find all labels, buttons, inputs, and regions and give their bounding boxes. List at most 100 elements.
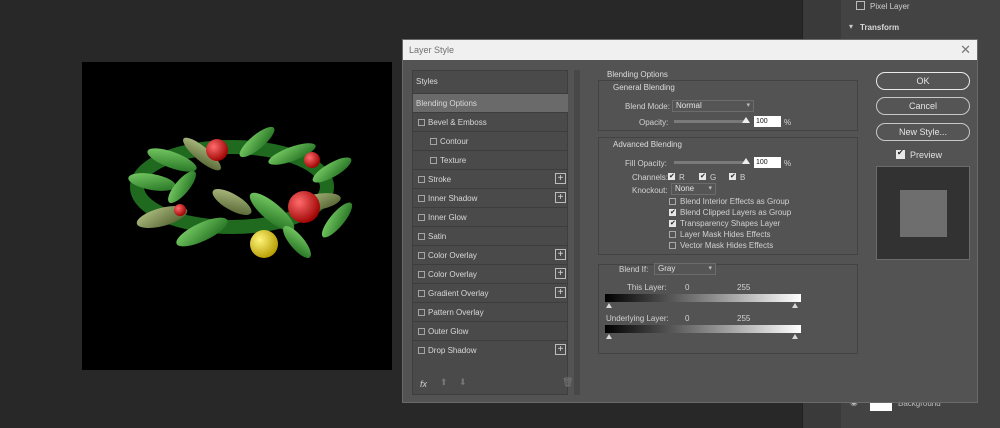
style-item-label: Texture [440,156,467,165]
close-icon[interactable]: ✕ [960,42,971,58]
style-checkbox[interactable] [418,271,425,278]
style-item-contour[interactable]: Contour [413,131,568,150]
opacity-input[interactable]: 100 [754,116,781,127]
advanced-option-checkbox[interactable] [669,198,676,205]
blend-mode-select[interactable]: Normal ▾ [672,100,754,112]
add-effect-icon[interactable]: + [555,287,566,298]
style-checkbox[interactable] [430,157,437,164]
this-layer-gradient[interactable] [605,294,801,302]
opacity-unit: % [784,118,792,127]
preview-label[interactable]: Preview [910,150,942,160]
style-item-blending-options[interactable]: Blending Options [413,93,568,112]
add-effect-icon[interactable]: + [555,192,566,203]
advanced-option-label: Blend Interior Effects as Group [680,197,790,206]
underlying-black-slider[interactable] [606,334,612,339]
style-item-label: Color Overlay [428,251,477,260]
style-item-bevel-emboss[interactable]: Bevel & Emboss [413,112,568,131]
style-item-label: Gradient Overlay [428,289,489,298]
style-item-label: Bevel & Emboss [428,118,487,127]
underlying-layer-gradient[interactable] [605,325,801,333]
style-item-satin[interactable]: Satin [413,226,568,245]
this-layer-low-value: 0 [685,283,690,292]
style-checkbox[interactable] [430,138,437,145]
this-layer-black-slider[interactable] [606,303,612,308]
fill-opacity-input[interactable]: 100 [754,157,781,168]
channel-r-checkbox[interactable] [668,172,675,180]
blend-if-group [598,264,858,354]
style-item-inner-glow[interactable]: Inner Glow [413,207,568,226]
style-checkbox[interactable] [418,290,425,297]
style-item-gradient-overlay[interactable]: Gradient Overlay + [413,283,568,302]
panel-splitter [574,70,580,395]
move-up-icon: ⬆ [440,377,448,387]
knockout-select[interactable]: None ▾ [671,183,716,195]
advanced-option-checkbox[interactable] [669,208,676,216]
style-item-drop-shadow[interactable]: Drop Shadow + [413,340,568,359]
channel-g-label: G [710,173,717,182]
style-item-texture[interactable]: Texture [413,150,568,169]
opacity-slider-thumb[interactable] [742,117,750,123]
document-canvas[interactable] [82,62,392,370]
style-item-label: Blending Options [416,99,477,108]
chevron-down-icon: ▾ [746,102,750,109]
new-style-button[interactable]: New Style... [876,123,970,141]
fx-icon[interactable]: fx [420,379,427,389]
style-item-label: Drop Shadow [428,346,477,355]
chevron-down-icon: ▾ [708,265,712,272]
add-effect-icon[interactable]: + [555,344,566,355]
styles-header[interactable]: Styles [416,77,438,86]
style-item-color-overlay[interactable]: Color Overlay + [413,245,568,264]
style-preview-thumbnail [876,166,970,260]
advanced-option-checkbox[interactable] [669,242,676,249]
styles-list: Styles Blending Options Bevel & Emboss Con… [412,70,573,395]
advanced-blending-title: Advanced Blending [613,140,682,149]
style-item-pattern-overlay[interactable]: Pattern Overlay [413,302,568,321]
style-checkbox[interactable] [418,176,425,183]
style-checkbox[interactable] [418,252,425,259]
style-checkbox[interactable] [418,195,425,202]
style-item-inner-shadow[interactable]: Inner Shadow + [413,188,568,207]
add-effect-icon[interactable]: + [555,249,566,260]
chevron-down-icon[interactable]: ▾ [849,22,853,31]
style-item-stroke[interactable]: Stroke + [413,169,568,188]
advanced-option-checkbox[interactable] [669,231,676,238]
channel-b-checkbox[interactable] [729,172,736,180]
opacity-slider[interactable] [674,120,746,123]
style-checkbox[interactable] [418,233,425,240]
fill-opacity-slider-thumb[interactable] [742,158,750,164]
transform-section-title[interactable]: Transform [860,23,899,32]
ok-button[interactable]: OK [876,72,970,90]
style-checkbox[interactable] [418,309,425,316]
fill-opacity-unit: % [784,159,792,168]
style-checkbox[interactable] [418,347,425,354]
style-item-outer-glow[interactable]: Outer Glow [413,321,568,340]
add-effect-icon[interactable]: + [555,268,566,279]
fill-opacity-slider[interactable] [674,161,746,164]
preview-checkbox[interactable] [896,148,905,159]
style-checkbox[interactable] [418,328,425,335]
style-checkbox[interactable] [418,119,425,126]
advanced-option-checkbox[interactable] [669,219,676,227]
this-layer-white-slider[interactable] [792,303,798,308]
add-effect-icon[interactable]: + [555,173,566,184]
trash-icon: 🗑 [562,377,574,387]
underlying-layer-label: Underlying Layer: [606,314,669,323]
style-checkbox[interactable] [418,214,425,221]
preview-swatch [900,190,947,237]
blend-if-select[interactable]: Gray ▾ [654,263,716,275]
knockout-label: Knockout: [632,186,668,195]
pixel-layer-label: Pixel Layer [870,2,910,11]
channel-g-checkbox[interactable] [699,172,706,180]
style-item-label: Outer Glow [428,327,469,336]
channel-b-label: B [740,173,746,182]
cancel-button[interactable]: Cancel [876,97,970,115]
style-item-label: Inner Shadow [428,194,478,203]
fill-opacity-label: Fill Opacity: [625,159,667,168]
style-item-color-overlay[interactable]: Color Overlay + [413,264,568,283]
opacity-label: Opacity: [639,118,669,127]
dialog-titlebar[interactable]: Layer Style ✕ [403,40,977,60]
channel-r-label: R [679,173,685,182]
blend-mode-label: Blend Mode: [625,102,670,111]
underlying-white-slider[interactable] [792,334,798,339]
underlying-high-value: 255 [737,314,751,323]
